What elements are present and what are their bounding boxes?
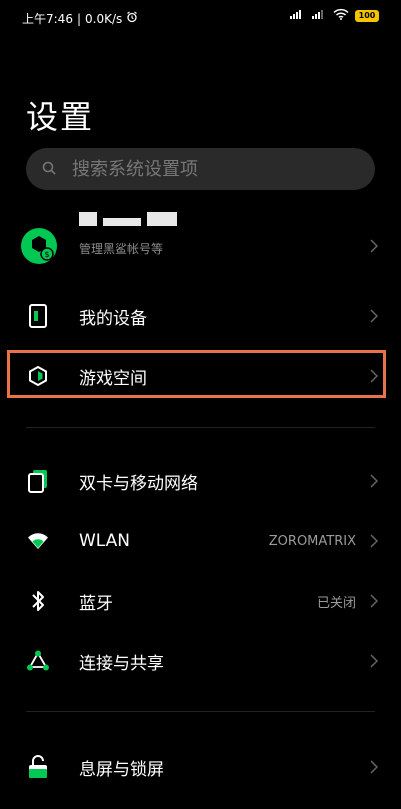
chevron-right-icon — [367, 594, 381, 608]
search-bar[interactable] — [26, 148, 375, 190]
lock-icon — [22, 751, 54, 783]
item-label: 息屏与锁屏 — [79, 759, 164, 780]
sim-card-icon — [22, 465, 54, 497]
status-bar: 上午7:46 | 0.0K/s 100 — [0, 0, 401, 34]
chevron-right-icon — [367, 534, 381, 548]
page-title: 设置 — [26, 98, 95, 136]
wifi-status-icon — [333, 8, 349, 23]
share-icon — [22, 645, 54, 677]
battery-icon: 100 — [355, 9, 379, 22]
alarm-icon — [126, 11, 138, 26]
settings-item-connection-sharing[interactable]: 连接与共享 — [0, 631, 401, 691]
wifi-icon — [22, 525, 54, 557]
chevron-right-icon — [367, 654, 381, 668]
search-icon — [42, 160, 56, 179]
item-label: WLAN — [79, 531, 131, 551]
account-row[interactable]: $ 管理黑鲨帐号等 — [0, 212, 401, 276]
settings-item-wlan[interactable]: WLAN ZOROMATRIX — [0, 511, 401, 571]
settings-item-bluetooth[interactable]: 蓝牙 已关闭 — [0, 571, 401, 631]
status-separator: | — [76, 11, 81, 26]
bluetooth-icon — [22, 585, 54, 617]
svg-text:$: $ — [44, 250, 49, 259]
item-label: 双卡与移动网络 — [79, 473, 198, 494]
chevron-right-icon — [367, 309, 381, 323]
status-right: 100 — [289, 8, 379, 23]
section-divider — [26, 427, 375, 428]
status-net-speed: 0.0K/s — [85, 11, 123, 26]
bluetooth-status: 已关闭 — [316, 595, 356, 611]
account-subtitle: 管理黑鲨帐号等 — [79, 242, 164, 256]
section-divider — [26, 711, 375, 712]
item-label: 连接与共享 — [79, 653, 164, 674]
status-left: 上午7:46 | 0.0K/s — [22, 10, 138, 27]
signal-2-icon — [311, 8, 327, 23]
search-input[interactable] — [70, 157, 354, 181]
chevron-right-icon — [367, 239, 381, 253]
settings-item-lock-screen[interactable]: 息屏与锁屏 — [0, 737, 401, 797]
status-time: 上午7:46 — [22, 12, 73, 26]
account-avatar-icon: $ — [20, 227, 58, 265]
item-label: 我的设备 — [79, 308, 147, 329]
settings-item-sim-network[interactable]: 双卡与移动网络 — [0, 451, 401, 511]
settings-item-my-device[interactable]: 我的设备 — [0, 286, 401, 346]
chevron-right-icon — [367, 474, 381, 488]
signal-1-icon — [289, 8, 305, 23]
chevron-right-icon — [367, 760, 381, 774]
highlight-box — [7, 350, 386, 398]
item-label: 蓝牙 — [79, 593, 113, 614]
phone-icon — [22, 300, 54, 332]
account-name-redacted — [79, 212, 177, 226]
wlan-network-name: ZOROMATRIX — [268, 533, 356, 549]
